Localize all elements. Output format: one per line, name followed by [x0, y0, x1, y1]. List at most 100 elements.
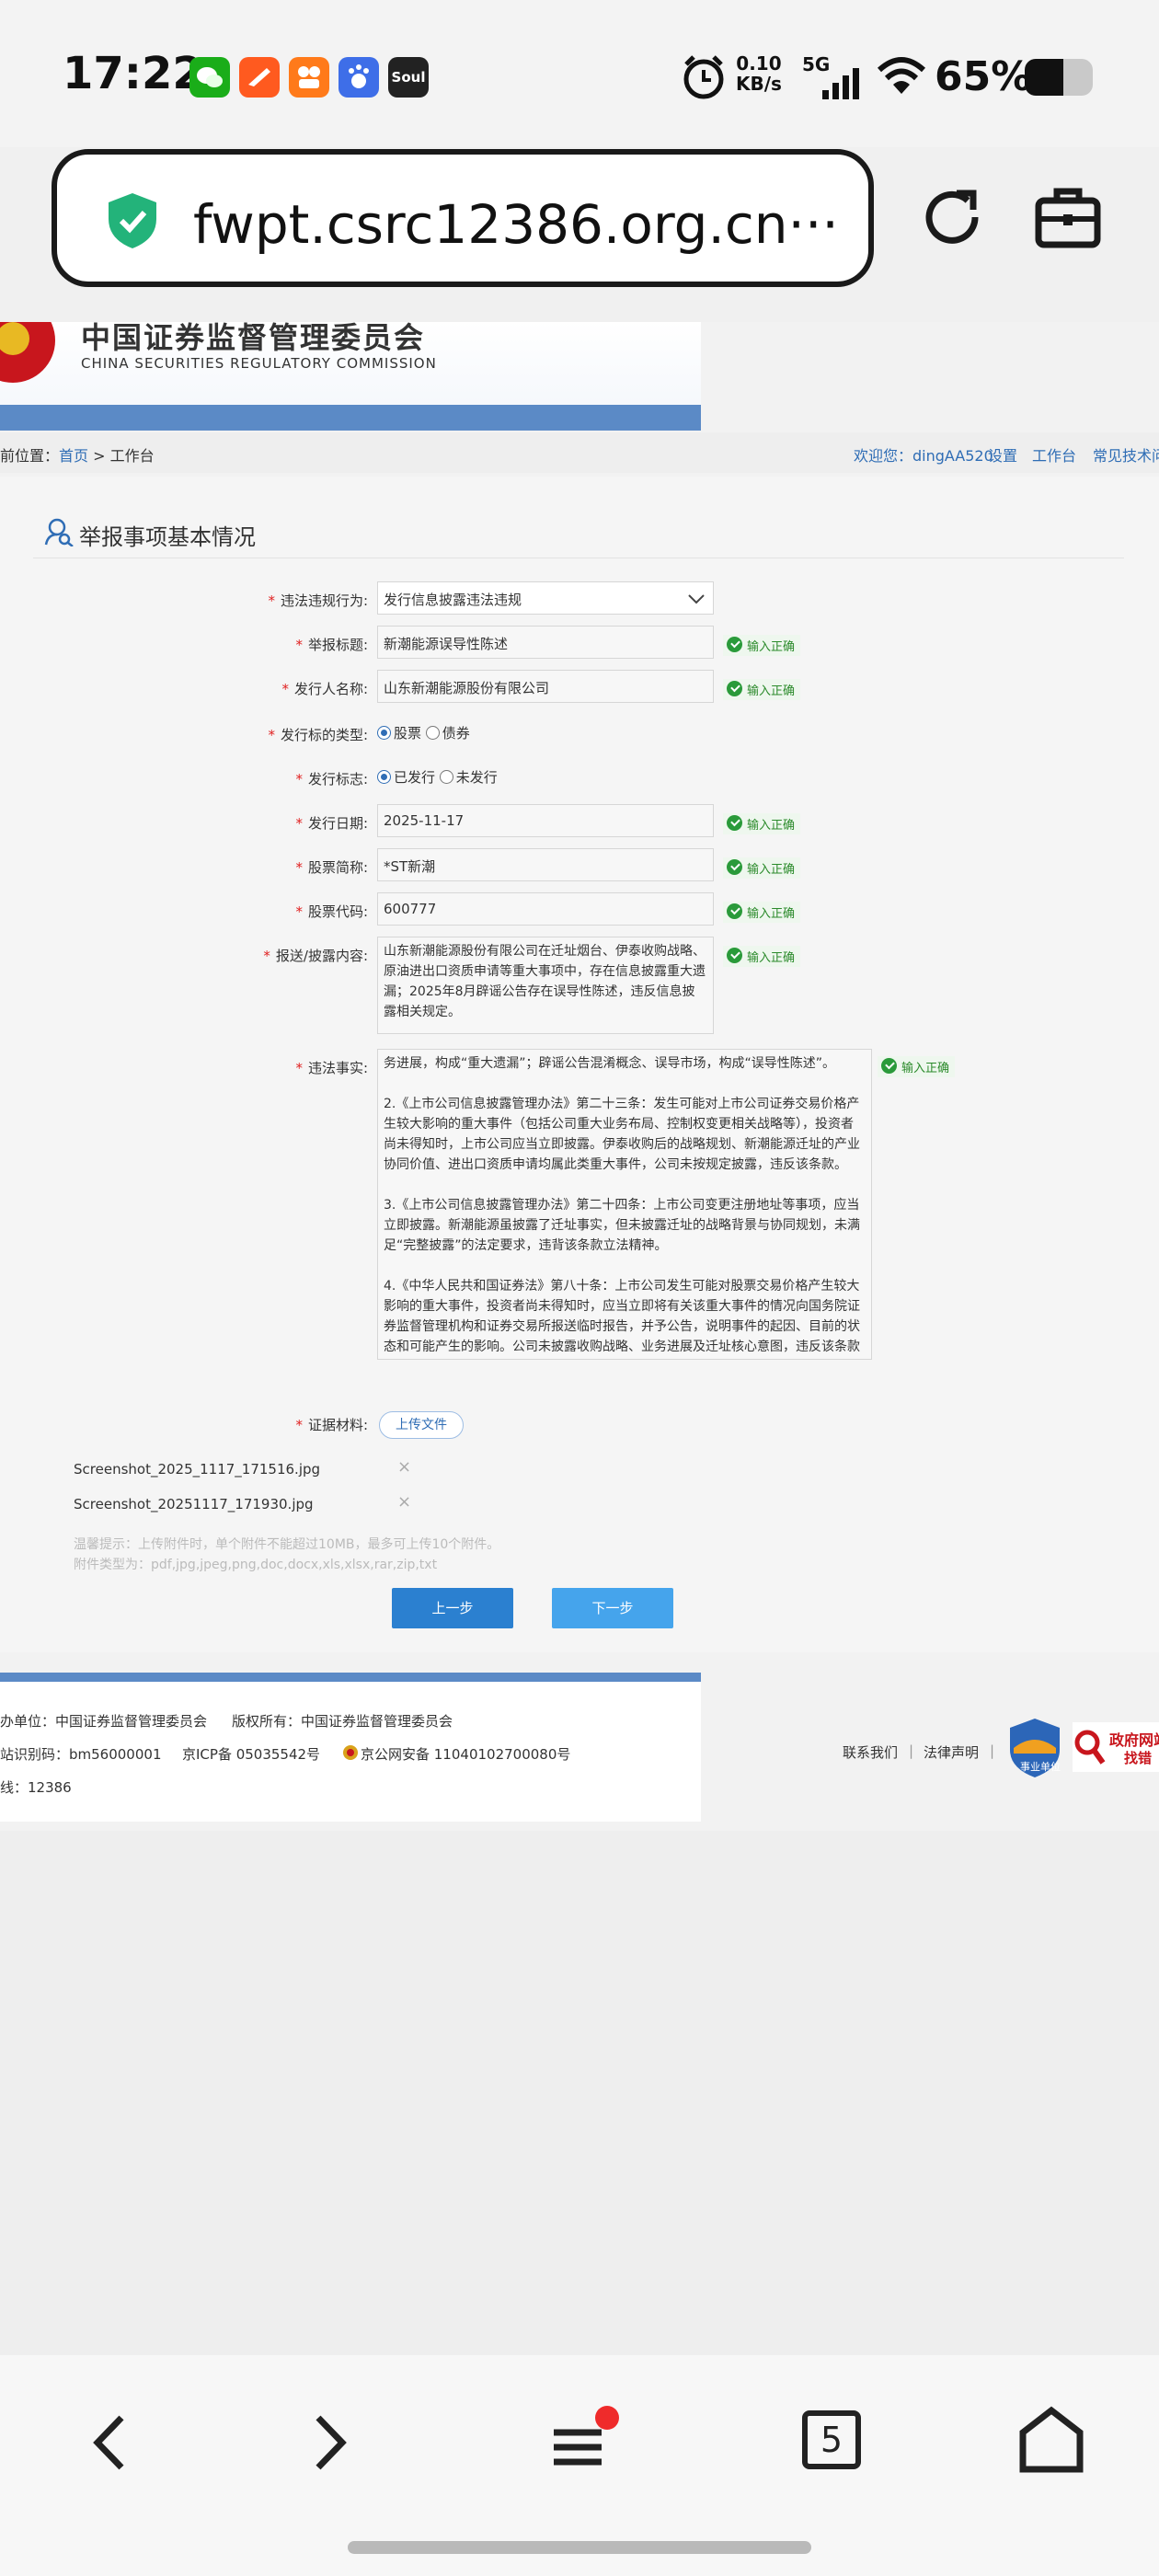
back-icon[interactable]	[86, 2410, 132, 2475]
breadcrumb-prefix: 前位置：	[0, 447, 60, 465]
behavior-select[interactable]: 发行信息披露违法违规	[377, 581, 714, 615]
remove-file-icon[interactable]: ×	[397, 1457, 411, 1477]
title-input[interactable]: 新潮能源误导性陈述	[377, 626, 714, 659]
settings-link[interactable]: 设置	[988, 443, 1017, 466]
net-speed-unit: KB/s	[736, 73, 782, 95]
wechat-icon	[189, 57, 230, 98]
radio-bond[interactable]	[425, 726, 440, 740]
radio-issued[interactable]	[377, 770, 391, 784]
workbench-link[interactable]: 工作台	[1032, 443, 1076, 466]
prev-step-button[interactable]: 上一步	[392, 1588, 513, 1628]
reload-icon[interactable]	[920, 184, 988, 252]
upload-hint: 温馨提示：上传附件时，单个附件不能超过10MB，最多可上传10个附件。	[74, 1537, 500, 1552]
breadcrumb-row: 前位置：首页 > 工作台 欢迎您：dingAA520 设置 工作台 常见技术问	[0, 432, 1159, 473]
net-speed: 0.10 KB/s	[736, 53, 782, 94]
stock-name-label-text: 股票简称:	[307, 859, 368, 876]
facts-label: * 违法事实:	[18, 1058, 368, 1077]
site-banner: 中国证券监督管理委员会 CHINA SECURITIES REGULATORY …	[0, 320, 701, 431]
footer-divider: |	[909, 1742, 914, 1759]
type-radio-group: 股票 债券	[377, 723, 470, 742]
disclosure-label: * 报送/披露内容:	[18, 946, 368, 965]
date-input[interactable]: 2025-11-17	[377, 804, 714, 837]
valid-badge: 输入正确	[723, 902, 801, 923]
legal-link[interactable]: 法律声明	[924, 1742, 979, 1762]
menu-icon[interactable]	[546, 2403, 620, 2477]
stock-name-input[interactable]: *ST新潮	[377, 848, 714, 881]
issuer-input[interactable]: 山东新潮能源股份有限公司	[377, 670, 714, 703]
section-title: 举报事项基本情况	[79, 524, 256, 550]
tech-faq-link[interactable]: 常见技术问	[1093, 443, 1159, 466]
home-icon[interactable]	[1017, 2405, 1085, 2475]
radio-stock[interactable]	[377, 726, 391, 740]
issuer-label: * 发行人名称:	[18, 679, 368, 698]
required-mark: *	[295, 859, 303, 876]
footer-bar	[0, 1673, 701, 1682]
signal-icon	[822, 68, 859, 99]
home-indicator[interactable]	[348, 2541, 811, 2554]
breadcrumb: 前位置：首页 > 工作台	[0, 443, 155, 466]
required-mark: *	[268, 727, 275, 743]
remove-file-icon[interactable]: ×	[397, 1492, 411, 1512]
gov-site-text: 政府网站	[1109, 1731, 1159, 1749]
url-text[interactable]: fwpt.csrc12386.org.cn···	[193, 193, 839, 256]
national-emblem-icon	[0, 322, 55, 383]
contact-us-link[interactable]: 联系我们	[843, 1742, 898, 1762]
date-label: * 发行日期:	[18, 813, 368, 833]
evidence-label: * 证据材料:	[18, 1415, 368, 1434]
next-step-button[interactable]: 下一步	[552, 1588, 673, 1628]
valid-badge: 输入正确	[723, 946, 801, 967]
valid-badge: 输入正确	[723, 635, 801, 656]
footer-icp[interactable]: 京ICP备 05035542号	[182, 1744, 320, 1764]
public-institution-badge-text: 事业单位	[1020, 1761, 1061, 1773]
status-bar: 17:22 Soul 0.10 KB/s 5G 65%	[0, 0, 1159, 147]
find-error-text: 找错	[1124, 1750, 1153, 1766]
radio-stock-label: 股票	[394, 725, 422, 742]
address-bar[interactable]: fwpt.csrc12386.org.cn···	[52, 149, 874, 287]
date-label-text: 发行日期:	[307, 815, 368, 832]
report-form-panel: 举报事项基本情况 * 违法违规行为: 发行信息披露违法违规 * 举报标题: 新潮能源…	[0, 477, 1159, 1652]
magnifier-icon	[1074, 1730, 1106, 1765]
stock-name-label: * 股票简称:	[18, 857, 368, 877]
flag-radio-group: 已发行 未发行	[377, 767, 498, 787]
footer-site-id: 站识别码：bm56000001	[0, 1746, 162, 1763]
attachment-file[interactable]: Screenshot_20251117_171930.jpg	[74, 1496, 314, 1512]
breadcrumb-home-link[interactable]: 首页	[59, 447, 88, 465]
welcome-user[interactable]: 欢迎您：dingAA520	[854, 443, 993, 466]
footer-divider: |	[990, 1742, 995, 1759]
required-mark: *	[295, 903, 303, 920]
radio-issued-label: 已发行	[394, 769, 436, 786]
title-label: * 举报标题:	[18, 635, 368, 654]
attachment-file[interactable]: Screenshot_2025_1117_171516.jpg	[74, 1461, 320, 1478]
wifi-icon	[877, 57, 926, 94]
battery-percent: 65%	[935, 53, 1032, 100]
banner-title-cn: 中国证券监督管理委员会	[81, 320, 426, 355]
disclosure-label-text: 报送/披露内容:	[275, 948, 368, 964]
breadcrumb-separator: >	[88, 447, 110, 465]
valid-badge: 输入正确	[723, 857, 801, 879]
upload-file-button[interactable]: 上传文件	[379, 1411, 464, 1439]
footer-hotline: 线：12386	[0, 1779, 72, 1796]
title-label-text: 举报标题:	[307, 637, 368, 653]
required-mark: *	[295, 815, 303, 832]
police-badge-icon	[343, 1745, 358, 1760]
radio-not-issued[interactable]	[439, 770, 453, 784]
forward-icon[interactable]	[307, 2410, 353, 2475]
shield-check-icon	[109, 193, 156, 248]
required-mark: *	[295, 771, 303, 788]
valid-badge: 输入正确	[723, 679, 801, 700]
briefcase-icon[interactable]	[1034, 184, 1102, 252]
tabs-count-icon[interactable]: 5	[802, 2410, 861, 2469]
web-page: 中国证券监督管理委员会 CHINA SECURITIES REGULATORY …	[0, 320, 1159, 2355]
disclosure-textarea[interactable]: 山东新潮能源股份有限公司在迁址烟台、伊泰收购战略、原油进出口资质申请等重大事项中…	[377, 937, 714, 1034]
footer-police[interactable]: 京公网安备 11040102700080号	[361, 1744, 570, 1764]
gov-site-error-badge[interactable]: 政府网站 找错	[1073, 1722, 1159, 1772]
stock-code-input[interactable]: 600777	[377, 892, 714, 926]
banner-title-en: CHINA SECURITIES REGULATORY COMMISSION	[81, 355, 437, 372]
feishu-icon	[239, 57, 280, 98]
footer-host: 办单位：中国证券监督管理委员会	[0, 1713, 208, 1730]
facts-textarea[interactable]: 务进展，构成“重大遗漏”；辟谣公告混淆概念、误导市场，构成“误导性陈述”。 2.…	[377, 1049, 872, 1360]
radio-bond-label: 债券	[442, 725, 470, 742]
required-mark: *	[295, 637, 303, 653]
file-types-hint: 附件类型为：pdf,jpg,jpeg,png,doc,docx,xls,xlsx…	[74, 1558, 438, 1572]
required-mark: *	[268, 592, 275, 609]
